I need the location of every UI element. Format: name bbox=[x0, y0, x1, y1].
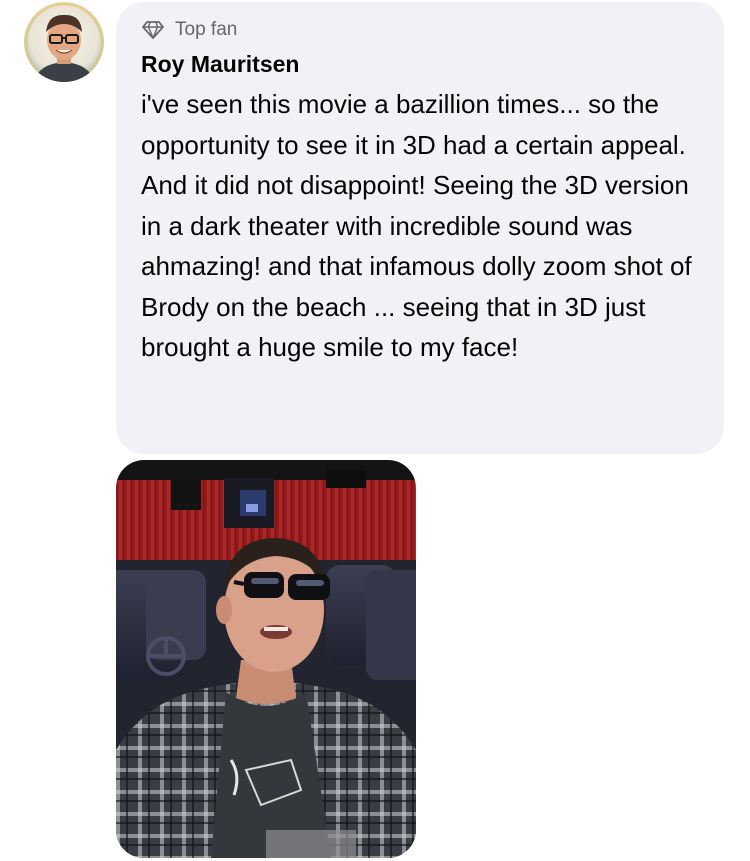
comment-photo[interactable] bbox=[116, 460, 416, 858]
theater-selfie-image bbox=[116, 460, 416, 858]
comment-bubble: Top fan Roy Mauritsen i've seen this mov… bbox=[116, 2, 724, 454]
commenter-avatar[interactable] bbox=[24, 2, 104, 82]
avatar-image bbox=[24, 2, 104, 82]
diamond-icon bbox=[141, 20, 165, 40]
comment-text: i've seen this movie a bazillion times..… bbox=[141, 89, 692, 362]
top-fan-badge: Top fan bbox=[141, 17, 702, 43]
author-name[interactable]: Roy Mauritsen bbox=[141, 49, 702, 79]
badge-label: Top fan bbox=[175, 19, 238, 40]
